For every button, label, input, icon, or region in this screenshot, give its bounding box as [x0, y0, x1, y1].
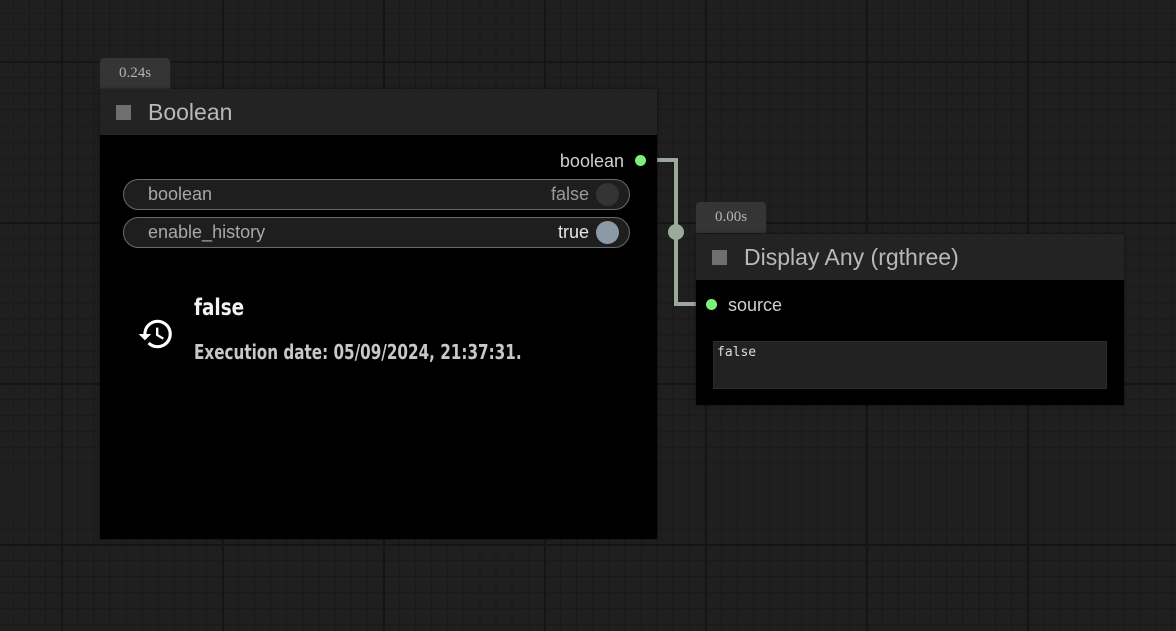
link-midpoint-handle[interactable] [668, 224, 684, 240]
boolean-toggle-widget[interactable]: boolean false [123, 179, 630, 210]
node-title: Boolean [148, 99, 233, 125]
output-slot-boolean[interactable] [635, 155, 646, 166]
collapse-toggle[interactable] [116, 105, 131, 120]
history-value: false [194, 295, 245, 321]
input-slot-source[interactable] [706, 299, 717, 310]
display-output-textbox[interactable]: false [713, 341, 1107, 389]
enable-history-toggle-widget[interactable]: enable_history true [123, 217, 630, 248]
execution-date: Execution date: 05/09/2024, 21:37:31. [194, 340, 522, 364]
node-header[interactable]: Boolean [100, 89, 657, 135]
node-title: Display Any (rgthree) [744, 244, 959, 270]
boolean-node[interactable]: Boolean boolean boolean false enable_his… [100, 89, 657, 539]
toggle-knob[interactable] [596, 183, 619, 206]
execution-time-badge: 0.24s [100, 58, 170, 89]
output-slot-label: boolean [559, 151, 624, 171]
display-any-node[interactable]: Display Any (rgthree) source false [696, 234, 1124, 405]
widget-label: enable_history [148, 222, 266, 242]
widget-label: boolean [148, 184, 213, 204]
input-slot-label: source [728, 295, 783, 315]
widget-value: true [557, 222, 589, 242]
widget-value: false [550, 184, 589, 204]
history-icon[interactable] [137, 315, 175, 353]
collapse-toggle[interactable] [712, 250, 727, 265]
toggle-knob[interactable] [596, 221, 619, 244]
node-header[interactable]: Display Any (rgthree) [696, 234, 1124, 280]
execution-time-badge: 0.00s [696, 202, 766, 233]
